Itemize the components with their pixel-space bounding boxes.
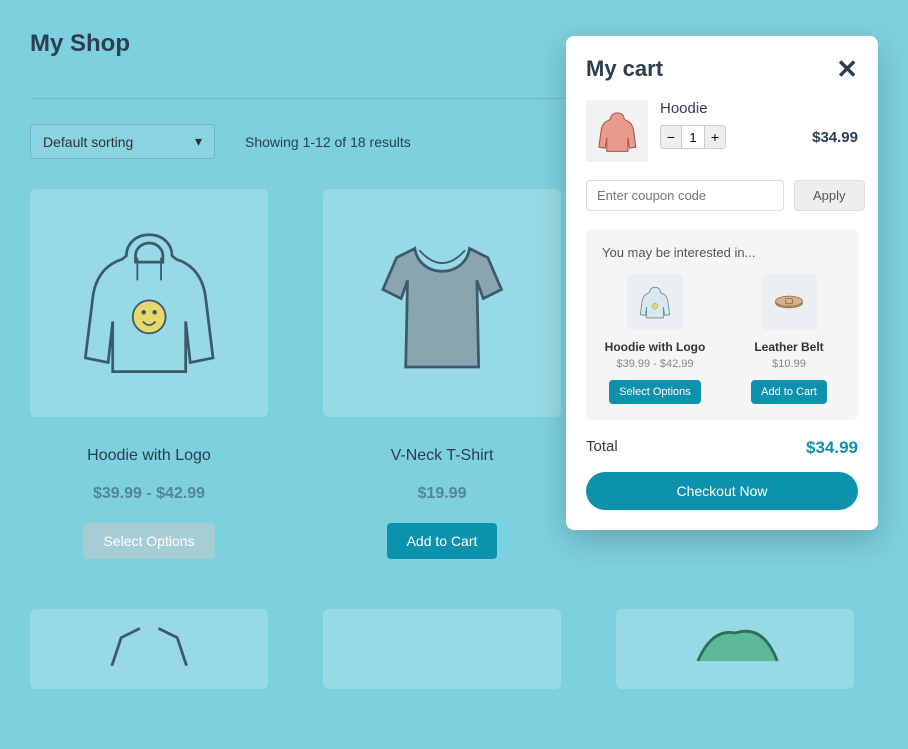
apply-button[interactable]: Apply xyxy=(794,180,865,211)
product-icon xyxy=(54,619,244,675)
suggestion-name: Hoodie with Logo xyxy=(605,340,706,354)
belt-icon xyxy=(768,281,810,323)
product-icon xyxy=(640,619,830,675)
select-options-button[interactable]: Select Options xyxy=(609,380,701,404)
suggestions-box: You may be interested in... Hoodie with … xyxy=(586,229,858,420)
cart-item: Hoodie − + $34.99 xyxy=(586,100,858,162)
suggestion-name: Leather Belt xyxy=(754,340,823,354)
suggestions-grid: Hoodie with Logo $39.99 - $42.99 Select … xyxy=(602,274,842,404)
add-to-cart-button[interactable]: Add to Cart xyxy=(387,523,498,559)
product-card xyxy=(616,609,854,719)
product-name: V-Neck T-Shirt xyxy=(391,447,494,465)
qty-decrease-button[interactable]: − xyxy=(661,126,681,148)
cart-header: My cart ✕ xyxy=(586,56,858,82)
chevron-down-icon: ▾ xyxy=(195,133,202,150)
coupon-row: Apply xyxy=(586,180,858,211)
product-image[interactable] xyxy=(323,609,561,689)
qty-increase-button[interactable]: + xyxy=(705,126,725,148)
product-name: Hoodie with Logo xyxy=(87,447,211,465)
product-card xyxy=(30,609,268,719)
total-label: Total xyxy=(586,438,618,458)
hoodie-icon xyxy=(54,212,244,394)
cart-title: My cart xyxy=(586,56,663,82)
tshirt-icon xyxy=(347,212,537,394)
cart-item-info: Hoodie − + $34.99 xyxy=(660,100,858,149)
product-card: Hoodie with Logo $39.99 - $42.99 Select … xyxy=(30,189,268,559)
coupon-input[interactable] xyxy=(586,180,784,211)
product-image[interactable] xyxy=(30,609,268,689)
quantity-stepper: − + xyxy=(660,125,726,149)
suggestion-item: Leather Belt $10.99 Add to Cart xyxy=(736,274,842,404)
sort-select[interactable]: Default sorting ▾ xyxy=(30,124,215,159)
sort-label: Default sorting xyxy=(43,134,133,150)
cart-item-price: $34.99 xyxy=(812,129,858,146)
qty-input[interactable] xyxy=(681,126,705,148)
product-price: $39.99 - $42.99 xyxy=(93,485,205,503)
cart-item-thumb xyxy=(586,100,648,162)
product-image[interactable] xyxy=(323,189,561,417)
cart-panel: My cart ✕ Hoodie − + $34.99 Apply You ma… xyxy=(566,36,878,530)
qty-price-row: − + $34.99 xyxy=(660,125,858,149)
total-value: $34.99 xyxy=(806,438,858,458)
suggestion-thumb[interactable] xyxy=(761,274,817,330)
total-row: Total $34.99 xyxy=(586,438,858,458)
cart-item-name: Hoodie xyxy=(660,100,858,117)
suggestion-price: $10.99 xyxy=(772,358,806,370)
suggestion-thumb[interactable] xyxy=(627,274,683,330)
suggestions-title: You may be interested in... xyxy=(602,245,842,260)
product-card xyxy=(323,609,561,719)
hoodie-icon xyxy=(634,281,676,323)
suggestion-price: $39.99 - $42.99 xyxy=(616,358,693,370)
product-image[interactable] xyxy=(616,609,854,689)
select-options-button[interactable]: Select Options xyxy=(83,523,214,559)
results-count: Showing 1-12 of 18 results xyxy=(245,134,411,150)
add-to-cart-button[interactable]: Add to Cart xyxy=(751,380,827,404)
hoodie-icon xyxy=(591,105,644,158)
product-image[interactable] xyxy=(30,189,268,417)
product-grid-row2 xyxy=(30,609,878,719)
product-card: V-Neck T-Shirt $19.99 Add to Cart xyxy=(323,189,561,559)
product-price: $19.99 xyxy=(418,485,467,503)
suggestion-item: Hoodie with Logo $39.99 - $42.99 Select … xyxy=(602,274,708,404)
close-icon[interactable]: ✕ xyxy=(836,56,858,82)
checkout-button[interactable]: Checkout Now xyxy=(586,472,858,510)
